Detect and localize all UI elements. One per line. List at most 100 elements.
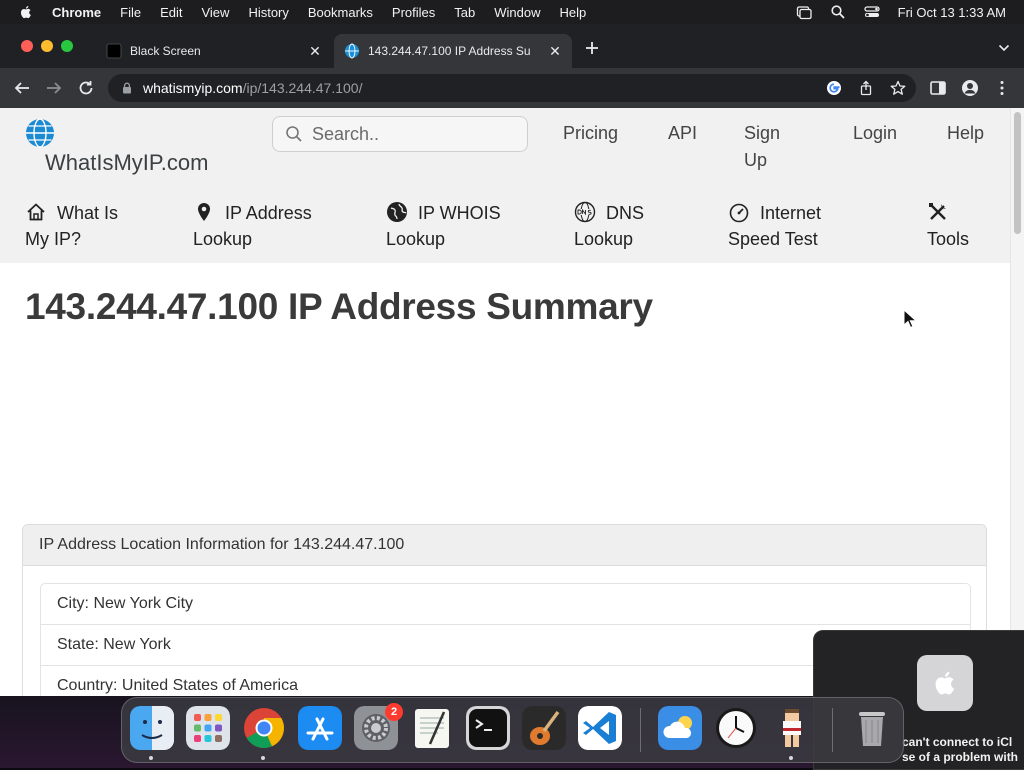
nav-signup-line1: Sign xyxy=(744,123,781,143)
nav-label: Lookup xyxy=(193,229,253,249)
nav-dns-lookup[interactable]: DNS Lookup xyxy=(574,200,644,252)
notification-text: can't connect to iCl se of a problem wit… xyxy=(902,735,1024,765)
finder-icon[interactable] xyxy=(130,706,174,750)
garageband-icon[interactable] xyxy=(522,706,566,750)
google-lens-icon[interactable] xyxy=(826,80,842,96)
share-icon[interactable] xyxy=(858,80,874,96)
page-viewport: WhatIsMyIP.com Pricing API Sign Up Login… xyxy=(0,108,1024,696)
apple-logo-icon xyxy=(917,655,973,711)
url-host: whatismyip.com xyxy=(143,80,243,96)
site-search-box[interactable] xyxy=(272,116,528,152)
notification-line: se of a problem with xyxy=(902,750,1019,764)
menu-tab[interactable]: Tab xyxy=(454,5,475,20)
address-bar[interactable]: whatismyip.com/ip/143.244.47.100/ xyxy=(108,74,916,102)
search-icon xyxy=(286,126,302,142)
nav-label: Lookup xyxy=(386,229,446,249)
home-icon xyxy=(27,203,45,221)
whatismyip-logo-globe-icon[interactable] xyxy=(25,118,55,148)
nav-ip-address-lookup[interactable]: IP Address Lookup xyxy=(193,200,312,252)
nav-label: Tools xyxy=(927,229,970,249)
screen-mirroring-icon[interactable] xyxy=(796,4,812,20)
side-panel-icon[interactable] xyxy=(929,79,947,97)
lock-icon[interactable] xyxy=(121,82,133,94)
nav-signup[interactable]: Sign Up xyxy=(744,120,780,174)
menu-window[interactable]: Window xyxy=(494,5,540,20)
spotlight-search-icon[interactable] xyxy=(830,4,846,20)
back-arrow-icon[interactable] xyxy=(13,79,31,97)
clock-icon[interactable] xyxy=(714,706,758,750)
window-minimize-button[interactable] xyxy=(41,40,53,52)
menu-clock[interactable]: Fri Oct 13 1:33 AM xyxy=(898,5,1006,20)
nav-label: Speed Test xyxy=(728,229,818,249)
tab-black-screen[interactable]: Black Screen ✕ xyxy=(96,34,332,68)
nav-label: My IP? xyxy=(25,229,82,249)
menu-bookmarks[interactable]: Bookmarks xyxy=(308,5,373,20)
bookmark-star-icon[interactable] xyxy=(890,80,906,96)
tab-close-icon[interactable]: ✕ xyxy=(547,43,563,59)
nav-label: DNS xyxy=(606,203,645,223)
nav-label: IP WHOIS xyxy=(418,203,501,223)
window-close-button[interactable] xyxy=(21,40,33,52)
card-header: IP Address Location Information for 143.… xyxy=(23,525,986,566)
app-store-icon[interactable] xyxy=(298,706,342,750)
dock-separator xyxy=(640,708,641,752)
menu-file[interactable]: File xyxy=(120,5,141,20)
tab-ip-summary[interactable]: 143.244.47.100 IP Address Su ✕ xyxy=(334,34,572,68)
nav-pricing[interactable]: Pricing xyxy=(563,120,618,147)
site-header: WhatIsMyIP.com Pricing API Sign Up Login… xyxy=(0,108,1010,263)
menu-app-name[interactable]: Chrome xyxy=(52,5,101,20)
kebab-menu-icon[interactable] xyxy=(993,79,1011,97)
profile-avatar-icon[interactable] xyxy=(961,79,979,97)
forward-arrow-icon[interactable] xyxy=(45,79,63,97)
chrome-icon[interactable] xyxy=(242,706,286,750)
game-character-icon[interactable] xyxy=(770,706,814,750)
nav-tools[interactable]: Tools xyxy=(927,200,969,252)
reload-icon[interactable] xyxy=(77,79,95,97)
nav-internet-speed-test[interactable]: Internet Speed Test xyxy=(728,200,821,252)
launchpad-icon[interactable] xyxy=(186,706,230,750)
tab-close-icon[interactable]: ✕ xyxy=(307,43,323,59)
nav-ip-whois-lookup[interactable]: IP WHOIS Lookup xyxy=(386,200,501,252)
nav-label: Internet xyxy=(760,203,822,223)
nav-login[interactable]: Login xyxy=(853,120,897,147)
new-tab-icon[interactable] xyxy=(584,40,600,56)
menu-view[interactable]: View xyxy=(201,5,229,20)
globe-favicon-icon xyxy=(345,43,359,59)
mouse-pointer-icon xyxy=(903,309,917,329)
dock xyxy=(121,697,904,763)
textedit-icon[interactable] xyxy=(410,706,454,750)
menu-help[interactable]: Help xyxy=(560,5,587,20)
list-item: City: New York City xyxy=(41,584,970,625)
nav-help[interactable]: Help xyxy=(947,120,984,147)
running-indicator xyxy=(261,756,265,760)
search-input[interactable] xyxy=(312,123,512,145)
apple-logo-icon[interactable] xyxy=(18,4,34,20)
control-center-icon[interactable] xyxy=(863,4,880,20)
menu-profiles[interactable]: Profiles xyxy=(392,5,435,20)
chevron-down-icon[interactable] xyxy=(998,42,1010,54)
weather-icon[interactable] xyxy=(658,706,702,750)
nav-api[interactable]: API xyxy=(668,120,697,147)
notification-line: can't connect to iCl xyxy=(902,735,1013,749)
menu-edit[interactable]: Edit xyxy=(160,5,182,20)
page-title: 143.244.47.100 IP Address Summary xyxy=(25,286,653,327)
menu-bar: Chrome File Edit View History Bookmarks … xyxy=(0,0,1024,24)
nav-what-is-my-ip[interactable]: What Is My IP? xyxy=(25,200,118,252)
nav-label: IP Address xyxy=(225,203,312,223)
globe-icon xyxy=(387,202,407,222)
trash-icon[interactable] xyxy=(850,706,894,750)
terminal-icon[interactable] xyxy=(466,706,510,750)
menu-history[interactable]: History xyxy=(248,5,288,20)
site-logo-text[interactable]: WhatIsMyIP.com xyxy=(45,150,208,176)
tab-title: 143.244.47.100 IP Address Su xyxy=(368,44,531,58)
nav-label: What Is xyxy=(57,203,119,223)
speedometer-icon xyxy=(729,203,749,223)
map-pin-icon xyxy=(198,203,210,221)
scrollbar-thumb[interactable] xyxy=(1014,112,1021,234)
page-scrollbar[interactable] xyxy=(1010,108,1024,696)
nav-signup-line2: Up xyxy=(744,150,768,170)
vscode-icon[interactable] xyxy=(578,706,622,750)
window-zoom-button[interactable] xyxy=(61,40,73,52)
dns-globe-icon xyxy=(574,201,596,223)
running-indicator xyxy=(149,756,153,760)
